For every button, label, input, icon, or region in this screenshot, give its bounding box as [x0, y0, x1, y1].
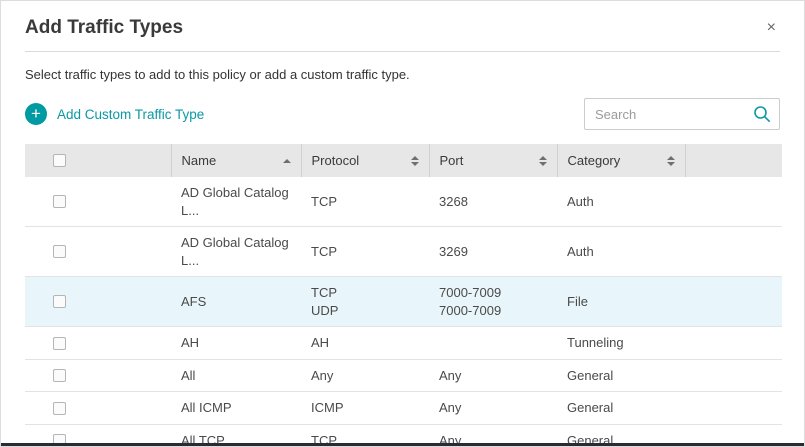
empty-cell: [685, 327, 782, 360]
checkbox-cell: [25, 392, 171, 425]
table-header: Name Protocol Port Category: [25, 144, 782, 177]
column-header-name[interactable]: Name: [171, 144, 301, 177]
toolbar: + Add Custom Traffic Type: [25, 98, 780, 130]
search-icon[interactable]: [752, 104, 772, 124]
port-cell: 7000-70097000-7009: [429, 277, 557, 327]
port-cell: [429, 327, 557, 360]
column-header-port[interactable]: Port: [429, 144, 557, 177]
name-cell: AH: [171, 327, 301, 360]
port-cell: 3269: [429, 227, 557, 277]
sort-icon: [539, 156, 547, 166]
name-cell: AD Global Catalog L...: [171, 227, 301, 277]
category-cell: Auth: [557, 177, 685, 227]
name-cell: AFS: [171, 277, 301, 327]
name-cell: All ICMP: [171, 392, 301, 425]
row-checkbox[interactable]: [53, 402, 66, 415]
column-label: Protocol: [312, 153, 360, 168]
search-box: [584, 98, 780, 130]
port-cell: 3268: [429, 177, 557, 227]
table-row[interactable]: All ICMPICMPAnyGeneral: [25, 392, 782, 425]
column-label: Port: [440, 153, 464, 168]
port-cell: Any: [429, 359, 557, 392]
sort-icon: [411, 156, 419, 166]
select-all-checkbox[interactable]: [53, 154, 66, 167]
table-row[interactable]: AD Global Catalog L...TCP3269Auth: [25, 227, 782, 277]
checkbox-cell: [25, 359, 171, 392]
port-cell: Any: [429, 392, 557, 425]
sort-icon: [667, 156, 675, 166]
plus-icon: +: [25, 103, 47, 125]
empty-cell: [685, 177, 782, 227]
name-cell: All: [171, 359, 301, 392]
row-checkbox[interactable]: [53, 195, 66, 208]
checkbox-cell: [25, 277, 171, 327]
category-cell: Tunneling: [557, 327, 685, 360]
empty-cell: [685, 227, 782, 277]
page-title: Add Traffic Types: [25, 17, 183, 39]
table-row[interactable]: AllAnyAnyGeneral: [25, 359, 782, 392]
column-label: Name: [182, 153, 217, 168]
column-label: Category: [568, 153, 621, 168]
traffic-table-body: AD Global Catalog L...TCP3268AuthAD Glob…: [25, 177, 782, 447]
header-empty-cell: [685, 144, 782, 177]
empty-cell: [685, 392, 782, 425]
add-custom-label: Add Custom Traffic Type: [57, 107, 204, 122]
category-cell: File: [557, 277, 685, 327]
sort-ascending-icon: [283, 159, 291, 163]
close-icon[interactable]: ×: [763, 18, 780, 38]
traffic-types-table: Name Protocol Port Category AD Global Catal…: [25, 144, 782, 447]
protocol-cell: TCPUDP: [301, 277, 429, 327]
protocol-cell: TCP: [301, 227, 429, 277]
table-row[interactable]: AFSTCPUDP7000-70097000-7009File: [25, 277, 782, 327]
search-input[interactable]: [584, 98, 780, 130]
protocol-cell: ICMP: [301, 392, 429, 425]
column-header-protocol[interactable]: Protocol: [301, 144, 429, 177]
checkbox-cell: [25, 227, 171, 277]
add-traffic-types-dialog: Add Traffic Types × Select traffic types…: [0, 0, 805, 447]
description-text: Select traffic types to add to this poli…: [25, 67, 780, 82]
table-row[interactable]: AD Global Catalog L...TCP3268Auth: [25, 177, 782, 227]
protocol-cell: TCP: [301, 177, 429, 227]
checkbox-cell: [25, 177, 171, 227]
category-cell: Auth: [557, 227, 685, 277]
name-cell: AD Global Catalog L...: [171, 177, 301, 227]
row-checkbox[interactable]: [53, 245, 66, 258]
protocol-cell: Any: [301, 359, 429, 392]
row-checkbox[interactable]: [53, 295, 66, 308]
protocol-cell: AH: [301, 327, 429, 360]
empty-cell: [685, 359, 782, 392]
checkbox-cell: [25, 327, 171, 360]
category-cell: General: [557, 392, 685, 425]
dialog-header: Add Traffic Types ×: [25, 1, 780, 52]
empty-cell: [685, 277, 782, 327]
table-row[interactable]: AHAH Tunneling: [25, 327, 782, 360]
add-custom-traffic-type-button[interactable]: + Add Custom Traffic Type: [25, 103, 204, 125]
column-header-category[interactable]: Category: [557, 144, 685, 177]
category-cell: General: [557, 359, 685, 392]
row-checkbox[interactable]: [53, 337, 66, 350]
header-checkbox-cell: [25, 144, 171, 177]
bottom-border: [1, 443, 804, 446]
row-checkbox[interactable]: [53, 369, 66, 382]
